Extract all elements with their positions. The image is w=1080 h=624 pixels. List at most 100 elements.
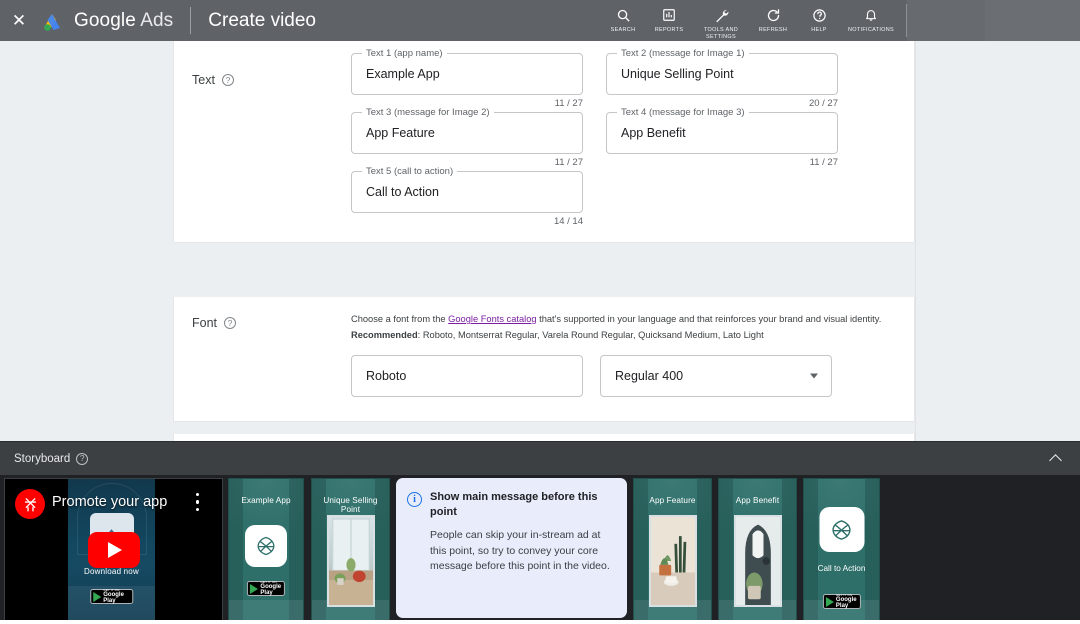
frame-4-title: App Benefit (719, 496, 796, 505)
text-section-label: Text ? (192, 73, 234, 87)
text-field-2-counter: 20 / 27 (809, 98, 838, 109)
frame-3-photo (649, 515, 697, 607)
frame-3-title: App Feature (634, 496, 711, 505)
font-family-input[interactable]: Roboto (351, 355, 583, 397)
badge-large-text: Google Play (836, 597, 857, 609)
help-icon[interactable]: ? (222, 74, 234, 86)
frame-side-left (804, 479, 818, 620)
frame-2-title: Unique Selling Point (312, 496, 389, 514)
app-bar: ✕ Google Ads Create video SEARCH (0, 0, 1080, 41)
storyboard-frame-4[interactable]: App Benefit (718, 478, 797, 621)
refresh-button[interactable]: REFRESH (750, 3, 796, 34)
text-field-3[interactable]: Text 3 (message for Image 2) App Feature… (351, 112, 583, 154)
font-weight-select[interactable]: Regular 400 (600, 355, 832, 397)
frame-4-photo (734, 515, 782, 607)
google-play-badge-inner: GET IT ON Google Play (822, 594, 860, 609)
search-button[interactable]: SEARCH (600, 3, 646, 34)
frame-5-title: Call to Action (804, 564, 879, 573)
help-icon[interactable]: ? (224, 317, 236, 329)
close-button[interactable]: ✕ (0, 0, 38, 41)
text-field-2-legend: Text 2 (message for Image 1) (617, 48, 749, 59)
storyboard-frame-2[interactable]: Unique Selling Point (311, 478, 390, 621)
director-chair-icon (15, 489, 45, 519)
reports-button[interactable]: REPORTS (646, 3, 692, 34)
text-field-4-value: App Benefit (621, 126, 686, 140)
font-help-prefix: Choose a font from the (351, 314, 448, 324)
storyboard-frame-3[interactable]: App Feature (633, 478, 712, 621)
play-video-button[interactable] (88, 532, 140, 568)
google-play-badge-inner: GET IT ON Google Play (90, 589, 134, 604)
kebab-dot (196, 508, 199, 511)
help-label: HELP (811, 27, 827, 34)
reports-label: REPORTS (655, 27, 684, 34)
badge-large-text: Google Play (260, 584, 281, 596)
google-fonts-catalog-link[interactable]: Google Fonts catalog (448, 314, 536, 324)
text-field-1[interactable]: Text 1 (app name) Example App 11 / 27 (351, 53, 583, 95)
app-logo-icon (245, 525, 287, 567)
info-icon: i (407, 492, 422, 507)
preview-download-label: Download now (68, 567, 155, 576)
font-recommended-value: : Roboto, Montserrat Regular, Varela Rou… (418, 330, 764, 340)
storyboard-frame-1[interactable]: Example App GET IT ON Google Play (228, 478, 304, 621)
text-field-3-legend: Text 3 (message for Image 2) (362, 107, 494, 118)
text-field-2-box[interactable]: Text 2 (message for Image 1) Unique Sell… (606, 53, 838, 95)
google-play-icon (93, 592, 101, 602)
help-icon[interactable]: ? (76, 453, 88, 465)
google-play-badge[interactable]: GET IT ON Google Play (822, 594, 860, 609)
bell-icon (864, 6, 878, 24)
chevron-down-icon (810, 374, 818, 379)
right-rail (915, 41, 1080, 441)
font-weight-value: Regular 400 (615, 369, 683, 383)
callout-text: Show main message before this point Peop… (430, 490, 614, 618)
appbar-tail-right (985, 0, 1080, 41)
help-icon (812, 6, 827, 24)
text-field-1-box[interactable]: Text 1 (app name) Example App (351, 53, 583, 95)
text-field-5-legend: Text 5 (call to action) (362, 166, 457, 177)
photo-art-person (736, 517, 780, 605)
video-preview[interactable]: Download now GET IT ON Google Play Promo… (4, 478, 223, 621)
frame-ledge (229, 600, 303, 620)
refresh-icon (766, 6, 781, 24)
text-field-3-box[interactable]: Text 3 (message for Image 2) App Feature (351, 112, 583, 154)
text-field-4[interactable]: Text 4 (message for Image 3) App Benefit… (606, 112, 838, 154)
help-button[interactable]: HELP (796, 3, 842, 34)
google-play-badge[interactable]: GET IT ON Google Play (247, 581, 285, 596)
text-field-1-counter: 11 / 27 (555, 98, 583, 109)
app-logo-icon (819, 507, 864, 552)
tools-and-settings-button[interactable]: TOOLS AND SETTINGS (692, 3, 750, 42)
more-options-icon[interactable] (196, 493, 200, 515)
google-ads-logo-icon (40, 8, 66, 34)
storyboard-info-callout: i Show main message before this point Pe… (396, 478, 627, 618)
text-field-3-value: App Feature (366, 126, 435, 140)
text-field-5-value: Call to Action (366, 185, 439, 199)
main-content: Text ? Text 1 (app name) Example App 11 … (0, 41, 1080, 441)
photo-art-plants (651, 517, 695, 605)
storyboard-collapse-button[interactable] (1046, 450, 1064, 468)
text-field-5-box[interactable]: Text 5 (call to action) Call to Action (351, 171, 583, 213)
font-label: Font (192, 316, 217, 330)
refresh-label: REFRESH (759, 27, 787, 34)
text-field-3-counter: 11 / 27 (555, 157, 583, 168)
kebab-dot (196, 500, 199, 503)
bottom-edge (0, 620, 1080, 624)
text-field-2[interactable]: Text 2 (message for Image 1) Unique Sell… (606, 53, 838, 95)
font-help-suffix: that's supported in your language and th… (537, 314, 882, 324)
text-field-5[interactable]: Text 5 (call to action) Call to Action 1… (351, 171, 583, 213)
google-play-icon (250, 584, 258, 594)
google-play-badge[interactable]: GET IT ON Google Play (90, 589, 134, 604)
google-play-badge-text: GET IT ON Google Play (103, 589, 129, 605)
preview-heading: Promote your app (52, 494, 167, 510)
search-label: SEARCH (611, 27, 636, 34)
google-play-badge-text: GET IT ON Google Play (836, 594, 857, 610)
notifications-button[interactable]: NOTIFICATIONS (842, 3, 900, 34)
storyboard-frame-5[interactable]: Call to Action GET IT ON Google Play (803, 478, 880, 621)
text-field-1-value: Example App (366, 67, 440, 81)
google-play-badge-inner: GET IT ON Google Play (247, 581, 285, 596)
callout-title: Show main message before this point (430, 490, 614, 520)
kebab-dot (196, 493, 199, 496)
wrench-icon (714, 6, 729, 24)
frame-side-right (865, 479, 879, 620)
font-recommended-label: Recommended (351, 330, 418, 340)
reports-icon (662, 6, 676, 24)
text-field-4-box[interactable]: Text 4 (message for Image 3) App Benefit (606, 112, 838, 154)
